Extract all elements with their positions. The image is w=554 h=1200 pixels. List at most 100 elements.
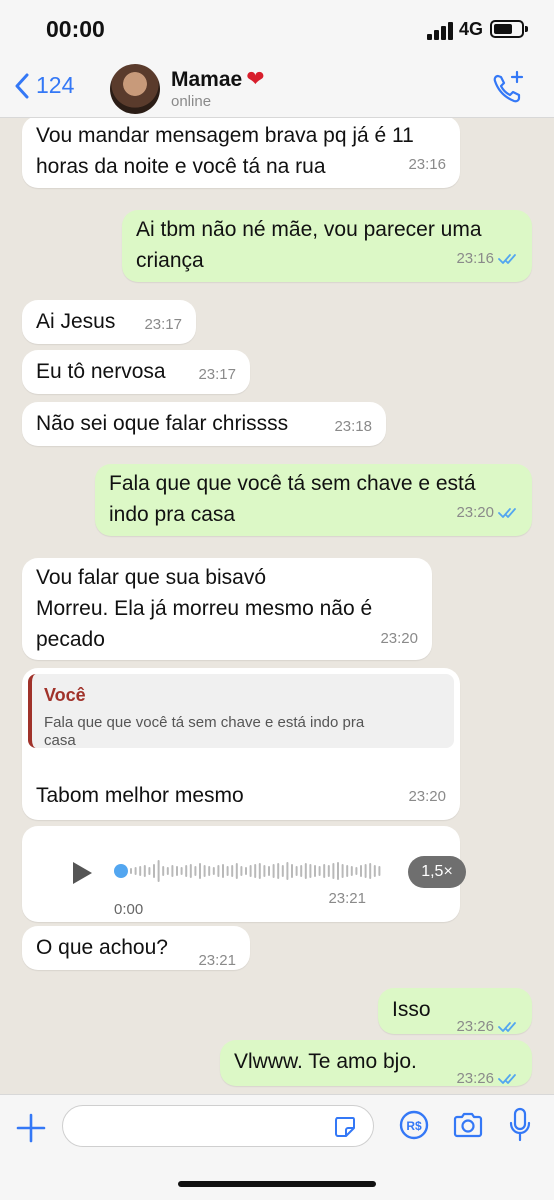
message-text-line: Ai tbm não né mãe, vou parecer uma: [136, 218, 482, 241]
contact-name-text: Mamae: [171, 68, 243, 91]
message-outgoing[interactable]: Fala que que você tá sem chave e está in…: [95, 464, 532, 536]
audio-waveform[interactable]: [114, 856, 384, 886]
voice-message[interactable]: 1,5× 0:00 23:21: [22, 826, 466, 922]
message-time: 23:18: [334, 411, 372, 442]
waveform-bar: [332, 863, 335, 879]
waveform-bar: [249, 865, 252, 877]
sticker-icon[interactable]: [333, 1115, 357, 1139]
camera-icon[interactable]: [452, 1109, 484, 1141]
message-time-text: 23:20: [456, 504, 494, 521]
plus-icon[interactable]: [16, 1113, 46, 1143]
back-button[interactable]: 124: [14, 72, 74, 99]
waveform-bar: [157, 860, 160, 882]
waveform-bar: [189, 864, 192, 878]
message-time-text: 23:16: [408, 156, 446, 173]
message-list[interactable]: Vou mandar mensagem brava pq já é 11 hor…: [0, 118, 554, 1094]
audio-playhead[interactable]: [114, 864, 128, 878]
message-incoming[interactable]: Não sei oque falar chrissss 23:18: [22, 402, 386, 446]
heart-icon: ❤: [246, 66, 265, 91]
message-incoming[interactable]: Eu tô nervosa 23:17: [22, 350, 250, 394]
waveform-bar: [258, 863, 261, 879]
status-time: 00:00: [46, 16, 105, 42]
avatar[interactable]: [110, 64, 160, 114]
home-indicator: [178, 1181, 376, 1187]
message-text-line: Vou mandar mensagem brava pq já é 11: [36, 124, 414, 147]
call-add-icon[interactable]: [490, 70, 526, 106]
double-check-icon: [498, 1073, 516, 1084]
waveform-bar: [139, 866, 142, 876]
quoted-message[interactable]: Você Fala que que você tá sem chave e es…: [28, 674, 454, 749]
waveform-bar: [295, 866, 298, 876]
message-time: 23:20: [456, 497, 518, 528]
message-text-line: Não sei oque falar chrissss: [36, 412, 289, 435]
message-text-line: Morreu. Ela já morreu mesmo não é: [36, 597, 373, 620]
waveform-bar: [323, 864, 326, 878]
pay-icon[interactable]: R$: [398, 1109, 430, 1141]
message-time: 23:17: [198, 359, 236, 390]
message-input[interactable]: [62, 1105, 374, 1147]
battery-icon: [490, 20, 528, 38]
contact-name[interactable]: Mamae ❤: [171, 66, 265, 92]
waveform-bar: [272, 864, 275, 878]
playback-speed-button[interactable]: 1,5×: [408, 856, 466, 888]
waveform-bar: [341, 864, 344, 878]
status-bar: 00:00 4G: [0, 0, 554, 58]
waveform-bar: [318, 866, 321, 876]
mic-icon[interactable]: [508, 1107, 532, 1143]
message-incoming[interactable]: Ai Jesus 23:17: [22, 300, 196, 344]
waveform-bar: [337, 862, 339, 880]
waveform-bar: [194, 866, 197, 876]
waveform-bar: [171, 865, 174, 877]
audio-position: 0:00: [114, 901, 144, 918]
message-text-line: Tabom melhor mesmo: [36, 784, 244, 807]
message-incoming-reply[interactable]: Você Fala que que você tá sem chave e es…: [22, 668, 460, 820]
waveform-bar: [212, 867, 215, 875]
waveform-bar: [166, 867, 169, 875]
chevron-left-icon: [15, 73, 29, 98]
waveform-bar: [217, 865, 220, 877]
waveform-bar: [378, 866, 381, 876]
message-outgoing[interactable]: Isso 23:26: [378, 988, 532, 1035]
message-time-text: 23:21: [328, 890, 366, 907]
message-text-line: Fala que que você tá sem chave e está: [109, 472, 476, 495]
waveform-bar: [226, 866, 229, 876]
waveform-bar: [185, 865, 188, 877]
message-incoming[interactable]: Vou falar que sua bisavó Morreu. Ela já …: [22, 558, 432, 660]
back-count: 124: [36, 72, 75, 98]
message-time: 23:16: [408, 149, 446, 180]
message-outgoing[interactable]: Vlwww. Te amo bjo. 23:26: [220, 1040, 532, 1087]
chat-header: 124 Mamae ❤ online: [0, 58, 554, 118]
signal-icon: [427, 22, 455, 40]
waveform-bar: [304, 863, 307, 879]
waveform-bar: [291, 864, 293, 878]
play-icon[interactable]: [70, 860, 94, 886]
message-time: 23:26: [456, 1063, 518, 1094]
message-time-text: 23:18: [334, 418, 372, 435]
waveform-bar: [148, 867, 151, 875]
network-type: 4G: [459, 19, 484, 39]
waveform-bar: [208, 866, 211, 876]
message-time: 23:20: [380, 623, 418, 654]
waveform-bar: [235, 863, 238, 879]
message-text-line: pecado: [36, 628, 105, 651]
waveform-bar: [153, 864, 155, 878]
message-time-text: 23:20: [408, 788, 446, 805]
waveform-bar: [268, 866, 270, 876]
waveform-bar: [286, 862, 289, 880]
double-check-icon: [498, 1021, 516, 1032]
double-check-icon: [498, 253, 516, 264]
quoted-author: Você: [44, 685, 86, 705]
waveform-bar: [300, 865, 303, 877]
message-time-text: 23:26: [456, 1018, 494, 1035]
message-outgoing[interactable]: Ai tbm não né mãe, vou parecer uma crian…: [122, 210, 532, 282]
message-time-text: 23:26: [456, 1070, 494, 1087]
message-text-line: horas da noite e você tá na rua: [36, 155, 326, 178]
message-incoming[interactable]: O que achou? 23:21: [22, 926, 250, 970]
waveform-bar: [162, 866, 165, 876]
waveform-bar: [373, 865, 376, 877]
message-incoming[interactable]: Vou mandar mensagem brava pq já é 11 hor…: [22, 118, 460, 188]
quoted-text: Fala que que você tá sem chave e está in…: [44, 712, 442, 752]
waveform-bar: [180, 867, 183, 875]
message-text-line: Vou falar que sua bisavó: [36, 566, 266, 589]
message-time: 23:17: [144, 309, 182, 340]
